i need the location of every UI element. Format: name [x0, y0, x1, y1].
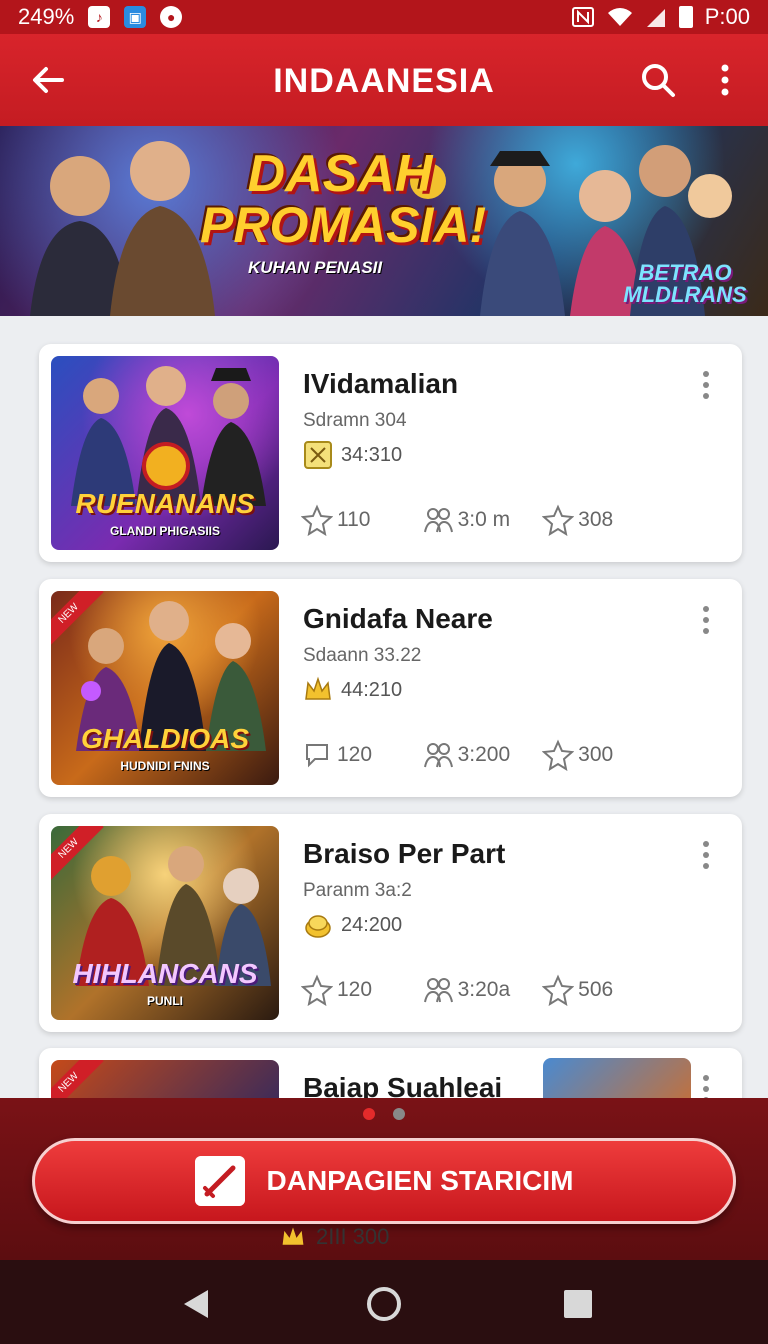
thumbnail-title: RUENANANS [75, 488, 255, 519]
game-thumbnail: NEW HIHLANCANS PUNLI [51, 826, 279, 1020]
thumbnail-title: GHALDIOAS [81, 723, 249, 754]
thumbnail-subtitle: HUDNIDI FNINS [120, 759, 210, 773]
stat-rating: 120 [301, 739, 422, 771]
card-meta: 34:310 [303, 440, 402, 470]
card-meta-value: 34:310 [341, 443, 403, 466]
card-stats: 120 3:20a 506 [301, 974, 641, 1006]
app-icon: ▣ [124, 6, 147, 28]
card-subtitle: Sdramn 304 [303, 410, 407, 431]
promo-banner[interactable]: DASAH PROMASIA! KUHAN PENASII BETRAO MLD… [0, 126, 768, 316]
more-vert-icon[interactable] [701, 370, 711, 400]
card-meta: 24:200 [303, 910, 402, 940]
banner-badge: BETRAO MLDLRANS [623, 260, 747, 307]
coin-icon [305, 915, 331, 938]
status-left-text: 249% [18, 4, 75, 29]
wifi-icon [607, 8, 632, 26]
tile-icon [304, 441, 332, 469]
search-icon[interactable] [638, 60, 678, 100]
star-icon [301, 974, 333, 1006]
signal-icon [646, 9, 665, 27]
stat-rating: 120 [301, 974, 422, 1006]
stat-favorites: 506 [542, 974, 641, 1006]
notification-icon: ● [160, 6, 183, 28]
cta-label: DANPAGIEN STARICIM [266, 1165, 574, 1196]
nav-back-icon[interactable] [176, 1284, 216, 1324]
banner-title: DASAH PROMASIA! [200, 145, 487, 253]
status-bar: 249% ♪ ▣ ● P:00 [0, 0, 768, 34]
stat-players: 3:0 m [422, 504, 543, 536]
peek-meta: 2III 300 [278, 1224, 389, 1250]
thumbnail-subtitle: GLANDI PHIGASIIS [109, 524, 220, 538]
thumbnail-artwork [76, 601, 266, 751]
stat-rating: 110 [301, 504, 422, 536]
system-nav-bar [0, 1260, 768, 1344]
card-subtitle: Sdaann 33.22 [303, 645, 422, 666]
game-card[interactable]: NEW HIHLANCANS PUNLI Braiso Per Part Par… [39, 814, 742, 1032]
page-dot[interactable] [363, 1108, 375, 1120]
cta-button[interactable]: DANPAGIEN STARICIM [32, 1138, 736, 1224]
crown-icon [305, 676, 331, 700]
players-icon [423, 743, 453, 768]
card-stats: 120 3:200 300 [301, 739, 641, 771]
game-thumbnail: RUENANANS GLANDI PHIGASIIS [51, 356, 279, 550]
thumbnail-subtitle: PUNLI [147, 994, 183, 1008]
game-card[interactable]: NEW GHALDIOAS HUDNIDI FNINS Gnidafa Near… [39, 579, 742, 797]
game-card[interactable]: RUENANANS GLANDI PHIGASIIS IVidamalian S… [39, 344, 742, 562]
game-thumbnail: NEW GHALDIOAS HUDNIDI FNINS [51, 591, 279, 785]
card-meta: 44:210 [303, 675, 402, 705]
battery-icon [678, 6, 693, 28]
star-icon [542, 504, 575, 536]
thumbnail-artwork [76, 846, 271, 986]
nfc-icon [571, 7, 594, 27]
players-icon [423, 978, 453, 1003]
stat-favorites: 308 [542, 504, 641, 536]
thumbnail-artwork [71, 366, 266, 506]
stat-players: 3:20a [422, 974, 543, 1006]
page-dot[interactable] [393, 1108, 405, 1120]
more-vert-icon[interactable] [701, 840, 711, 870]
thumbnail-title: HIHLANCANS [72, 958, 258, 989]
page-indicator [0, 1108, 768, 1120]
nav-recents-icon[interactable] [558, 1284, 598, 1324]
card-meta-value: 44:210 [341, 678, 403, 701]
star-icon [542, 739, 575, 771]
chat-icon [306, 744, 328, 768]
card-subtitle: Paranm 3a:2 [303, 880, 412, 901]
banner-subtitle: KUHAN PENASII [248, 258, 383, 277]
card-title: IVidamalian [303, 368, 459, 399]
star-icon [542, 974, 575, 1006]
star-icon [301, 504, 333, 536]
sword-icon [194, 1156, 245, 1206]
app-bar: INDAANESIA [0, 34, 768, 126]
more-vert-icon[interactable] [701, 605, 711, 635]
stat-favorites: 300 [542, 739, 641, 771]
nav-home-icon[interactable] [364, 1284, 404, 1324]
tiktok-icon: ♪ [88, 6, 111, 28]
more-vert-icon[interactable] [710, 60, 740, 100]
card-stats: 110 3:0 m 308 [301, 504, 641, 536]
card-title: Braiso Per Part [303, 838, 506, 869]
players-icon [423, 508, 453, 533]
card-title: Gnidafa Neare [303, 603, 493, 634]
stat-players: 3:200 [422, 739, 543, 771]
status-time: P:00 [704, 4, 750, 29]
crown-icon [282, 1227, 304, 1245]
card-meta-value: 24:200 [341, 913, 403, 936]
